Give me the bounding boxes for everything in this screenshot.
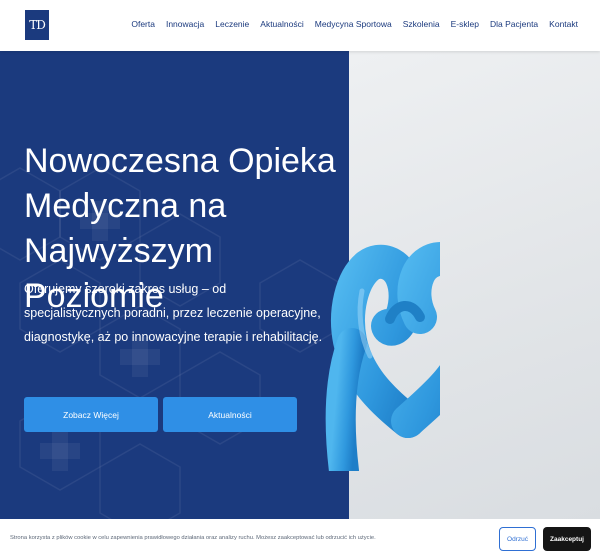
logo[interactable]: TD (25, 10, 49, 40)
see-more-button[interactable]: Zobacz Więcej (24, 397, 158, 432)
nav-item-aktualnosci[interactable]: Aktualności (260, 19, 303, 29)
hero-title-line: Nowoczesna Opieka (24, 142, 336, 180)
main-nav: Oferta Innowacja Leczenie Aktualności Me… (131, 19, 578, 29)
nav-item-medycyna-sportowa[interactable]: Medycyna Sportowa (315, 19, 392, 29)
hero-description: Oferujemy szeroki zakres usług – od spec… (24, 282, 323, 344)
hero-title-line: Medyczna na Najwyższym (24, 187, 227, 270)
nav-item-szkolenia[interactable]: Szkolenia (403, 19, 440, 29)
nav-item-oferta[interactable]: Oferta (131, 19, 155, 29)
accept-cookies-button[interactable]: Zaakceptuj (543, 527, 591, 551)
site-header: TD Oferta Innowacja Leczenie Aktualności… (0, 0, 600, 51)
nav-item-e-sklep[interactable]: E-sklep (451, 19, 479, 29)
reject-cookies-button[interactable]: Odrzuć (499, 527, 536, 551)
logo-text: TD (29, 18, 46, 32)
nav-item-leczenie[interactable]: Leczenie (215, 19, 249, 29)
nav-item-dla-pacjenta[interactable]: Dla Pacjenta (490, 19, 538, 29)
cookie-consent-text: Strona korzysta z plików cookie w celu z… (10, 535, 376, 541)
nav-item-innowacja[interactable]: Innowacja (166, 19, 204, 29)
news-button[interactable]: Aktualności (163, 397, 297, 432)
hero-section: Nowoczesna Opieka Medyczna na Najwyższym… (0, 51, 600, 519)
nav-item-kontakt[interactable]: Kontakt (549, 19, 578, 29)
